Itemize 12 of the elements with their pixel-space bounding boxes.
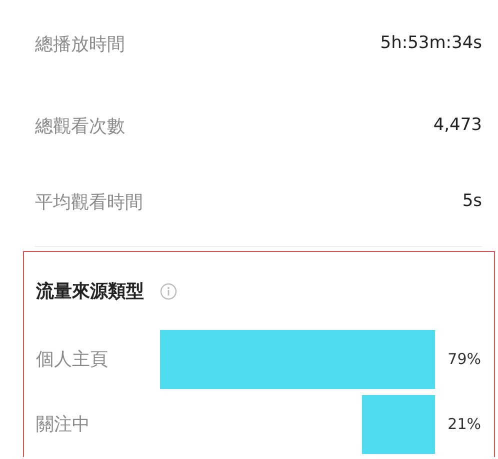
card-title: 流量來源類型 [36,280,144,304]
info-icon[interactable] [160,282,177,300]
stat-label: 平均觀看時間 [35,190,143,214]
stat-label: 總觀看次數 [35,114,125,138]
category-label: 關注中 [36,413,91,437]
value-label: 21% [446,414,481,436]
value-label: 79% [446,349,481,370]
category-label: 個人主頁 [36,348,109,372]
stat-value: 4,473 [433,114,482,138]
stat-value: 5s [462,190,482,214]
stat-value: 5h:53m:34s [380,32,482,56]
stat-label: 總播放時間 [35,32,125,56]
